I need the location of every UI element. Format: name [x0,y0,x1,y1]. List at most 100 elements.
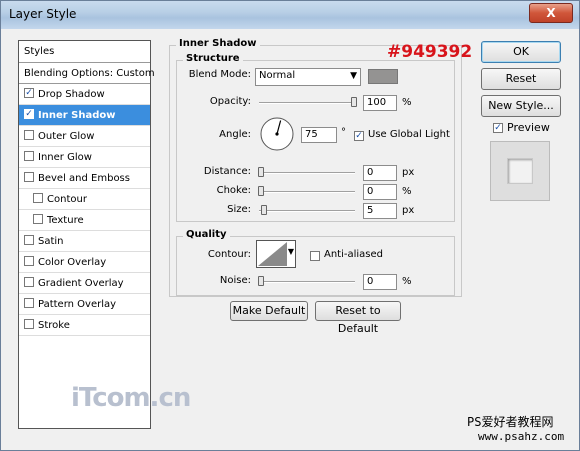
opacity-input[interactable]: 100 [363,95,397,111]
angle-input[interactable]: 75 [301,127,337,143]
style-item-gradient-overlay[interactable]: Gradient Overlay [19,273,150,294]
opacity-unit: % [402,97,412,108]
use-global-light-label: Use Global Light [368,129,450,140]
noise-slider[interactable] [258,276,355,286]
choke-input[interactable]: 0 [363,184,397,200]
style-item-checkbox[interactable] [24,235,34,245]
style-item-checkbox[interactable] [24,130,34,140]
quality-group: Quality Contour: ▼ Anti-aliased Noise: 0… [176,229,455,296]
distance-slider-thumb[interactable] [258,167,264,177]
styles-header[interactable]: Styles [19,41,150,63]
chevron-down-icon: ▼ [350,71,357,81]
blending-options-item[interactable]: Blending Options: Custom [19,63,155,84]
checkmark-icon: ✓ [25,109,33,119]
title-bar: Layer Style X [1,1,579,29]
style-item-label: Gradient Overlay [38,278,124,289]
style-item-texture[interactable]: Texture [19,210,150,231]
chevron-down-icon: ▼ [287,247,294,256]
anti-aliased-label: Anti-aliased [324,249,384,260]
make-default-button[interactable]: Make Default [230,301,308,321]
size-slider-thumb[interactable] [261,205,267,215]
distance-input[interactable]: 0 [363,165,397,181]
style-item-label: Outer Glow [38,131,95,142]
checkmark-icon: ✓ [25,88,33,98]
use-global-light-checkbox[interactable]: ✓ [354,131,364,141]
styles-list: Styles Blending Options: Custom ✓ Drop Sh… [18,40,155,429]
blend-mode-label: Blend Mode: [188,69,251,80]
noise-slider-thumb[interactable] [258,276,264,286]
reset-button[interactable]: Reset [481,68,561,90]
angle-unit: ° [341,127,346,138]
opacity-slider[interactable] [259,97,357,107]
style-item-label: Bevel and Emboss [38,173,130,184]
size-input[interactable]: 5 [363,203,397,219]
contour-label: Contour: [207,249,251,260]
style-item-checkbox[interactable] [33,193,43,203]
contour-linear-icon [258,242,287,266]
structure-group: Structure Blend Mode: Normal ▼ Opacity: … [176,53,455,222]
style-item-checkbox[interactable]: ✓ [24,88,34,98]
distance-slider[interactable] [258,167,355,177]
noise-input[interactable]: 0 [363,274,397,290]
ok-button[interactable]: OK [481,41,561,63]
size-label: Size: [227,204,251,215]
style-item-inner-glow[interactable]: Inner Glow [19,147,150,168]
structure-title: Structure [183,53,243,64]
color-annotation: #949392 [387,42,473,62]
style-item-checkbox[interactable]: ✓ [24,109,34,119]
quality-title: Quality [183,229,230,240]
reset-to-default-button[interactable]: Reset to Default [315,301,401,335]
layer-style-dialog: Layer Style X Styles Blending Options: C… [0,0,580,451]
style-item-label: Color Overlay [38,257,107,268]
distance-label: Distance: [203,166,251,177]
style-item-label: Inner Shadow [38,110,116,121]
noise-unit: % [402,276,412,287]
style-item-checkbox[interactable] [24,319,34,329]
choke-label: Choke: [216,185,251,196]
style-item-label: Stroke [38,320,70,331]
style-item-pattern-overlay[interactable]: Pattern Overlay [19,294,150,315]
style-item-checkbox[interactable] [24,151,34,161]
style-item-outer-glow[interactable]: Outer Glow [19,126,150,147]
inner-shadow-group: Inner Shadow Structure Blend Mode: Norma… [169,38,462,297]
opacity-slider-thumb[interactable] [351,97,357,107]
shadow-color-swatch[interactable] [368,69,398,84]
style-item-inner-shadow[interactable]: ✓ Inner Shadow [19,105,150,126]
style-item-checkbox[interactable] [24,172,34,182]
preview-label: Preview [507,121,550,134]
contour-picker[interactable]: ▼ [256,240,296,268]
choke-slider-thumb[interactable] [258,186,264,196]
opacity-label: Opacity: [209,96,251,107]
style-item-color-overlay[interactable]: Color Overlay [19,252,150,273]
noise-label: Noise: [219,275,251,286]
style-item-label: Inner Glow [38,152,92,163]
angle-dial[interactable] [259,116,295,152]
blend-mode-value: Normal [259,70,296,81]
choke-unit: % [402,186,412,197]
blend-mode-select[interactable]: Normal ▼ [255,68,361,86]
style-item-label: Pattern Overlay [38,299,117,310]
preview-sample [507,158,533,184]
anti-aliased-checkbox[interactable] [310,251,320,261]
choke-slider[interactable] [258,186,355,196]
style-item-contour[interactable]: Contour [19,189,150,210]
size-slider[interactable] [259,205,355,215]
new-style-button[interactable]: New Style... [481,95,561,117]
style-item-drop-shadow[interactable]: ✓ Drop Shadow [19,84,150,105]
style-item-label: Contour [47,194,87,205]
style-item-label: Drop Shadow [38,89,105,100]
window-title: Layer Style [9,7,77,21]
style-item-satin[interactable]: Satin [19,231,150,252]
style-item-label: Satin [38,236,64,247]
preview-checkbox[interactable]: ✓ [493,123,503,133]
style-item-checkbox[interactable] [24,277,34,287]
style-item-checkbox[interactable] [24,256,34,266]
style-item-checkbox[interactable] [33,214,43,224]
checkmark-icon: ✓ [494,123,502,133]
close-button[interactable]: X [529,3,573,23]
style-item-checkbox[interactable] [24,298,34,308]
inner-shadow-title: Inner Shadow [176,38,260,49]
style-item-stroke[interactable]: Stroke [19,315,150,336]
style-item-label: Texture [47,215,84,226]
style-item-bevel-and-emboss[interactable]: Bevel and Emboss [19,168,150,189]
